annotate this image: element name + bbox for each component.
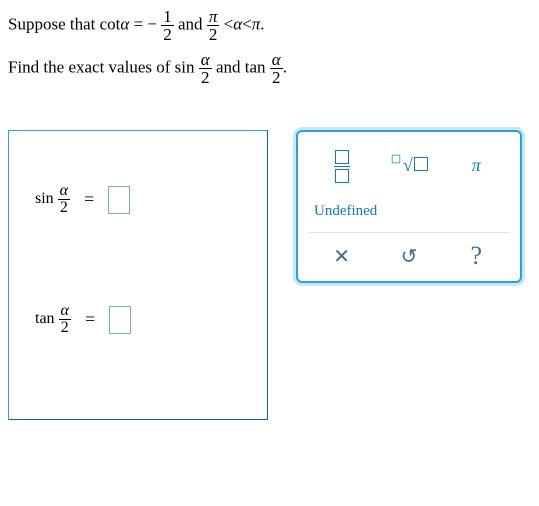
tan-label: tan (245, 57, 266, 76)
x-icon: ✕ (333, 246, 350, 268)
equals: = (134, 14, 144, 33)
input-palette: √ π Undefined ✕ ↺ ? (296, 130, 522, 283)
alpha: α (120, 14, 129, 33)
problem-line-2: Find the exact values of sin α 2 and tan… (8, 51, 539, 86)
alpha-over-2: α 2 (58, 183, 70, 216)
palette-row-1: √ π (308, 142, 510, 189)
clear-button[interactable]: ✕ (308, 244, 375, 269)
sqrt-icon: √ (390, 155, 428, 176)
tan-answer-input[interactable] (109, 306, 131, 334)
fraction-icon (334, 150, 350, 183)
minus: − (147, 14, 157, 33)
equals: = (85, 309, 95, 330)
answer-row-sin: sin α 2 = (35, 183, 130, 216)
pi: π (252, 14, 261, 33)
equals: = (84, 189, 94, 210)
fraction-button[interactable] (308, 142, 375, 189)
text: Suppose that (8, 14, 100, 33)
undefined-button[interactable]: Undefined (308, 195, 510, 232)
alpha-over-2: α 2 (199, 51, 212, 86)
alpha: α (233, 14, 242, 33)
sin-expr: sin α 2 (35, 183, 70, 216)
fraction-pi-over-2: π 2 (207, 8, 220, 43)
palette-tools: ✕ ↺ ? (308, 232, 510, 271)
reset-icon: ↺ (401, 246, 418, 268)
answer-panel: sin α 2 = tan α 2 = (8, 130, 268, 420)
lt: < (242, 14, 252, 33)
alpha-over-2: α 2 (270, 51, 283, 86)
pi-button[interactable]: π (443, 149, 510, 182)
tan-expr: tan α 2 (35, 303, 71, 336)
and: and (216, 57, 245, 76)
fraction-one-half: 1 2 (161, 8, 174, 43)
cot-label: cot (100, 14, 121, 33)
text: Find the exact values of (8, 57, 175, 76)
sin-label: sin (175, 57, 195, 76)
help-button[interactable]: ? (443, 241, 510, 271)
help-icon: ? (471, 241, 483, 270)
reset-button[interactable]: ↺ (375, 244, 442, 269)
sin-answer-input[interactable] (108, 186, 130, 214)
and: and (178, 14, 207, 33)
lt: < (224, 14, 234, 33)
sqrt-button[interactable]: √ (375, 149, 442, 182)
dot: . (260, 14, 264, 33)
alpha-over-2: α 2 (59, 303, 71, 336)
problem-line-1: Suppose that cotα = − 1 2 and π 2 <α<π. (8, 8, 539, 43)
dot: . (283, 57, 287, 76)
answer-row-tan: tan α 2 = (35, 303, 131, 336)
